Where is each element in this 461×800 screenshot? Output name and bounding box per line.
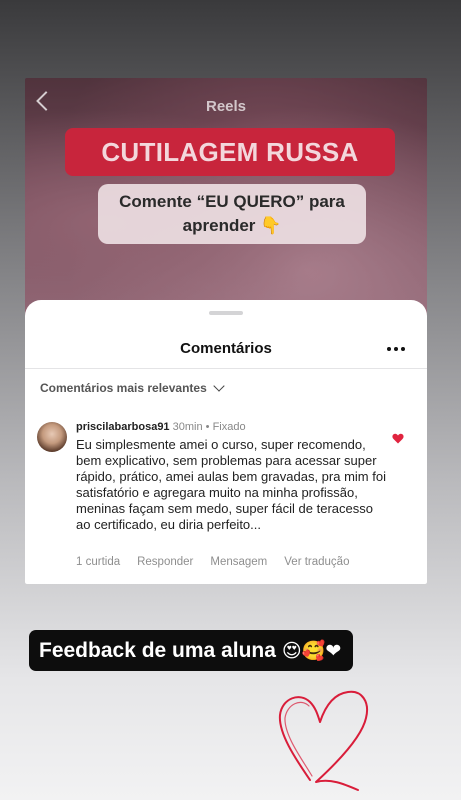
sort-label: Comentários mais relevantes [40,381,207,395]
more-options-icon[interactable] [387,346,405,352]
sort-dropdown[interactable]: Comentários mais relevantes [40,380,225,395]
reel-cta-card: Comente “EU QUERO” para aprender 👇 [98,184,366,244]
translate-button[interactable]: Ver tradução [284,556,349,568]
sheet-title: Comentários [180,340,272,357]
reel-title-banner: CUTILAGEM RUSSA [65,128,395,176]
caption-text: Feedback de uma aluna [39,638,276,662]
message-button[interactable]: Mensagem [210,556,267,568]
cta-line-2: aprender 👇 [182,216,282,235]
comment-username[interactable]: priscilabarbosa91 [76,421,170,433]
comments-sheet: Comentários Comentários mais relevantes … [25,300,427,584]
reply-button[interactable]: Responder [137,556,193,568]
reels-nav-title: Reels [205,98,247,115]
chevron-down-icon [213,380,225,392]
sheet-divider [25,368,427,369]
like-heart-icon[interactable] [392,433,404,444]
caption-emojis: 😍🥰❤ [281,640,342,662]
cta-line-1: Comente “EU QUERO” para [119,192,345,211]
sheet-grab-handle[interactable] [209,311,243,315]
comment-actions: 1 curtida Responder Mensagem Ver traduçã… [76,556,349,568]
story-caption: Feedback de uma aluna 😍🥰❤ [29,630,354,671]
likes-count[interactable]: 1 curtida [76,556,120,568]
story-frame: Reels CUTILAGEM RUSSA Comente “EU QUERO”… [25,78,427,584]
hand-drawn-heart-icon [278,690,368,791]
comment-time: 30min [172,421,203,433]
comment-meta: priscilabarbosa91 30min • Fixado [76,421,246,433]
pinned-label: Fixado [212,421,246,433]
avatar[interactable] [37,422,67,452]
comment-text: Eu simplesmente amei o curso, super reco… [76,437,386,532]
